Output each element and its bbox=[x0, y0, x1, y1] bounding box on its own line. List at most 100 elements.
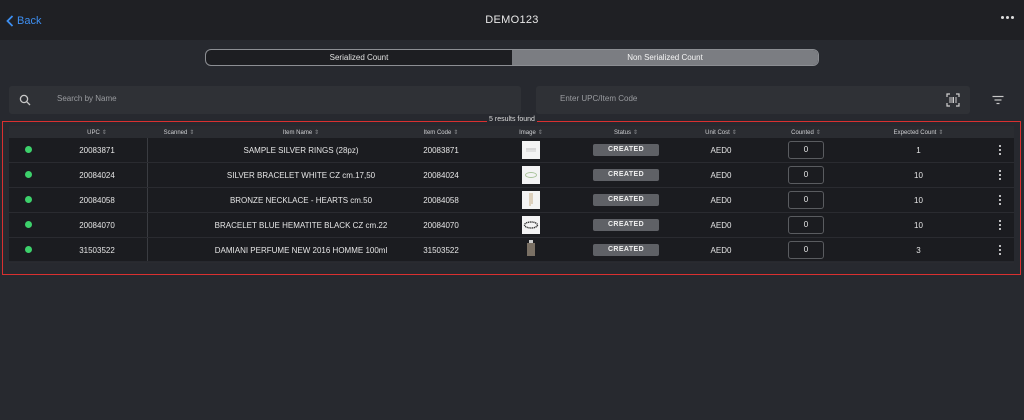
table-row[interactable]: 20084024 SILVER BRACELET WHITE CZ cm.17,… bbox=[9, 163, 1014, 188]
image-cell bbox=[491, 141, 571, 159]
counted-input[interactable]: 0 bbox=[788, 216, 824, 234]
status-cell: CREATED bbox=[571, 194, 681, 206]
header-image[interactable]: Image ⇕ bbox=[491, 129, 571, 136]
counted-cell: 0 bbox=[761, 241, 851, 259]
header-item-code[interactable]: Item Code ⇕ bbox=[391, 129, 491, 136]
item-code-cell: 20083871 bbox=[423, 145, 459, 155]
row-menu-icon[interactable] bbox=[986, 219, 1014, 231]
search-bar bbox=[9, 86, 521, 114]
item-name-cell: DAMIANI PERFUME NEW 2016 HOMME 100ml bbox=[214, 245, 388, 255]
counted-cell: 0 bbox=[761, 216, 851, 234]
status-cell: CREATED bbox=[571, 144, 681, 156]
sort-icon: ⇕ bbox=[453, 129, 459, 136]
sort-icon: ⇕ bbox=[731, 129, 737, 136]
sort-icon: ⇕ bbox=[537, 129, 543, 136]
status-dot-cell bbox=[9, 145, 47, 155]
item-name-cell: SILVER BRACELET WHITE CZ cm.17,50 bbox=[226, 170, 376, 180]
active-status-dot bbox=[24, 145, 32, 153]
upc-input[interactable] bbox=[558, 93, 932, 104]
filter-icon[interactable] bbox=[992, 95, 1004, 105]
status-badge: CREATED bbox=[593, 219, 659, 231]
bracelet-thumbnail[interactable] bbox=[522, 166, 540, 184]
header-item-name[interactable]: Item Name ⇕ bbox=[211, 129, 391, 136]
row-menu-icon[interactable] bbox=[986, 144, 1014, 156]
item-name-cell: BRONZE NECKLACE - HEARTS cm.50 bbox=[229, 195, 373, 205]
header-scanned[interactable]: Scanned ⇕ bbox=[147, 129, 211, 136]
header-scanned-label: Scanned bbox=[163, 129, 188, 136]
header-expected-count-label: Expected Count bbox=[893, 129, 937, 136]
status-dot-cell bbox=[9, 170, 47, 180]
sort-icon: ⇕ bbox=[101, 129, 107, 136]
item-code-cell: 31503522 bbox=[423, 245, 459, 255]
table-row[interactable]: 31503522 DAMIANI PERFUME NEW 2016 HOMME … bbox=[9, 238, 1014, 263]
counted-cell: 0 bbox=[761, 141, 851, 159]
expected-count-cell: 10 bbox=[914, 195, 923, 205]
active-status-dot bbox=[24, 220, 32, 228]
table-row[interactable]: 20083871 SAMPLE SILVER RINGS (28pz) 2008… bbox=[9, 138, 1014, 163]
status-dot-cell bbox=[9, 220, 47, 230]
header-item-name-label: Item Name bbox=[282, 129, 313, 136]
header-status[interactable]: Status ⇕ bbox=[571, 129, 681, 136]
row-menu-icon[interactable] bbox=[986, 244, 1014, 256]
barcode-scan-icon[interactable] bbox=[946, 93, 960, 107]
table-header: UPC ⇕ Scanned ⇕ Item Name ⇕ Item Code ⇕ Imag… bbox=[9, 126, 1014, 138]
expected-count-cell: 3 bbox=[916, 245, 921, 255]
unit-cost-cell: AED0 bbox=[710, 145, 732, 155]
more-options-icon[interactable] bbox=[1001, 16, 1014, 19]
count-type-segmented-control: Serialized Count Non Serialized Count bbox=[205, 49, 819, 66]
header-counted-label: Counted bbox=[791, 129, 814, 136]
search-icon bbox=[19, 94, 31, 106]
table-row[interactable]: 20084058 BRONZE NECKLACE - HEARTS cm.50 … bbox=[9, 188, 1014, 213]
results-count: 5 results found bbox=[487, 116, 537, 123]
sort-icon: ⇕ bbox=[632, 129, 639, 136]
item-name-cell: SAMPLE SILVER RINGS (28pz) bbox=[243, 145, 359, 155]
header-item-code-label: Item Code bbox=[423, 129, 452, 136]
expected-count-cell: 1 bbox=[916, 145, 921, 155]
header-counted[interactable]: Counted ⇕ bbox=[761, 129, 851, 136]
row-menu-icon[interactable] bbox=[986, 194, 1014, 206]
item-code-cell: 20084058 bbox=[423, 195, 459, 205]
image-cell bbox=[491, 216, 571, 234]
rings-thumbnail[interactable] bbox=[522, 141, 540, 159]
header-unit-cost[interactable]: Unit Cost ⇕ bbox=[681, 129, 761, 136]
tab-serialized-count[interactable]: Serialized Count bbox=[206, 50, 512, 65]
results-count-wrapper: 5 results found bbox=[0, 116, 1024, 123]
hematite-bracelet-thumbnail[interactable] bbox=[522, 216, 540, 234]
item-code-cell: 20084024 bbox=[423, 170, 459, 180]
unit-cost-cell: AED0 bbox=[710, 220, 732, 230]
upc-cell: 20084070 bbox=[79, 220, 115, 230]
image-cell bbox=[491, 240, 571, 260]
perfume-thumbnail[interactable] bbox=[522, 240, 540, 258]
status-badge: CREATED bbox=[593, 194, 659, 206]
unit-cost-cell: AED0 bbox=[710, 245, 732, 255]
unit-cost-cell: AED0 bbox=[710, 170, 732, 180]
upc-cell: 20084024 bbox=[79, 170, 115, 180]
header-status-label: Status bbox=[613, 129, 631, 136]
header-upc[interactable]: UPC ⇕ bbox=[47, 129, 147, 136]
status-dot-cell bbox=[9, 195, 47, 205]
header-upc-label: UPC bbox=[87, 129, 100, 136]
unit-cost-cell: AED0 bbox=[710, 195, 732, 205]
table-row[interactable]: 20084070 BRACELET BLUE HEMATITE BLACK CZ… bbox=[9, 213, 1014, 238]
item-name-cell: BRACELET BLUE HEMATITE BLACK CZ cm.22 bbox=[214, 220, 388, 230]
header-unit-cost-label: Unit Cost bbox=[705, 129, 730, 136]
tab-non-serialized-count[interactable]: Non Serialized Count bbox=[512, 50, 818, 65]
search-input[interactable] bbox=[55, 93, 459, 104]
status-dot-cell bbox=[9, 245, 47, 255]
necklace-thumbnail[interactable] bbox=[522, 190, 540, 209]
active-status-dot bbox=[24, 170, 32, 178]
image-cell bbox=[491, 166, 571, 184]
counted-input[interactable]: 0 bbox=[788, 166, 824, 184]
expected-count-cell: 10 bbox=[914, 170, 923, 180]
counted-input[interactable]: 0 bbox=[788, 241, 824, 259]
status-cell: CREATED bbox=[571, 219, 681, 231]
counted-cell: 0 bbox=[761, 166, 851, 184]
header-expected-count[interactable]: Expected Count ⇕ bbox=[851, 129, 986, 136]
status-badge: CREATED bbox=[593, 244, 659, 256]
counted-input[interactable]: 0 bbox=[788, 141, 824, 159]
upc-cell: 31503522 bbox=[79, 245, 115, 255]
status-badge: CREATED bbox=[593, 169, 659, 181]
row-menu-icon[interactable] bbox=[986, 169, 1014, 181]
upc-cell: 20084058 bbox=[79, 195, 115, 205]
counted-input[interactable]: 0 bbox=[788, 191, 824, 209]
